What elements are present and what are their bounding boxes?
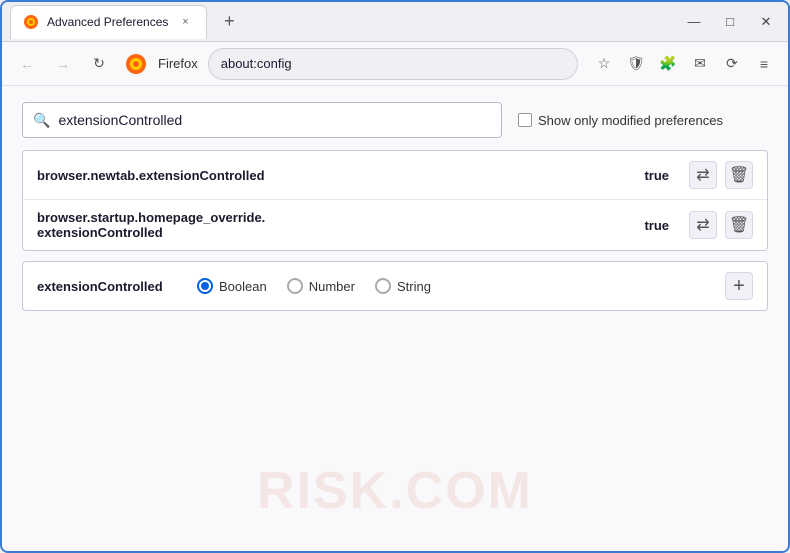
radio-string-circle bbox=[375, 278, 391, 294]
pref-name-1: browser.newtab.extensionControlled bbox=[37, 168, 634, 183]
radio-boolean-circle bbox=[197, 278, 213, 294]
show-modified-label[interactable]: Show only modified preferences bbox=[518, 113, 723, 128]
browser-tab[interactable]: Advanced Preferences × bbox=[10, 5, 207, 39]
type-options: Boolean Number String bbox=[197, 278, 705, 294]
menu-button[interactable]: ≡ bbox=[750, 50, 778, 78]
page-content: 🔍 Show only modified preferences browser… bbox=[2, 86, 788, 551]
pref-name-2: browser.startup.homepage_override. exten… bbox=[37, 210, 634, 240]
table-row: browser.startup.homepage_override. exten… bbox=[23, 200, 767, 250]
title-bar: Advanced Preferences × + — □ ✕ bbox=[2, 2, 788, 42]
tab-favicon-icon bbox=[23, 14, 39, 30]
results-table: browser.newtab.extensionControlled true … bbox=[22, 150, 768, 251]
delete-icon-2: 🗑 bbox=[729, 215, 749, 235]
search-wrapper[interactable]: 🔍 bbox=[22, 102, 502, 138]
star-icon: ☆ bbox=[598, 55, 611, 72]
radio-number[interactable]: Number bbox=[287, 278, 355, 294]
reset-button-2[interactable]: ⇄ bbox=[689, 211, 717, 239]
extensions-button[interactable]: 🧩 bbox=[654, 50, 682, 78]
pref-name-2-line1: browser.startup.homepage_override. bbox=[37, 210, 265, 225]
radio-string[interactable]: String bbox=[375, 278, 431, 294]
search-icon: 🔍 bbox=[33, 112, 50, 129]
add-pref-button[interactable]: + bbox=[725, 272, 753, 300]
delete-button-2[interactable]: 🗑 bbox=[725, 211, 753, 239]
tab-title: Advanced Preferences bbox=[47, 15, 168, 29]
radio-number-label: Number bbox=[309, 279, 355, 294]
shield-button[interactable]: 🛡 bbox=[622, 50, 650, 78]
radio-boolean[interactable]: Boolean bbox=[197, 278, 267, 294]
search-bar: 🔍 Show only modified preferences bbox=[22, 102, 768, 138]
url-text: about:config bbox=[221, 56, 292, 71]
back-icon: ← bbox=[20, 56, 34, 72]
radio-boolean-label: Boolean bbox=[219, 279, 267, 294]
browser-window: Advanced Preferences × + — □ ✕ ← → ↻ Fir… bbox=[0, 0, 790, 553]
sync-button[interactable]: ⟳ bbox=[718, 50, 746, 78]
minimize-button[interactable]: — bbox=[680, 8, 708, 36]
radio-string-label: String bbox=[397, 279, 431, 294]
extension-icon: 🧩 bbox=[659, 55, 676, 72]
add-pref-row: extensionControlled Boolean Number Strin… bbox=[22, 261, 768, 311]
nav-tools: ☆ 🛡 🧩 ✉ ⟳ ≡ bbox=[590, 50, 778, 78]
row-actions-2: ⇄ 🗑 bbox=[689, 211, 753, 239]
mail-icon: ✉ bbox=[694, 55, 706, 72]
watermark: RISK.COM bbox=[257, 461, 533, 521]
forward-button[interactable]: → bbox=[48, 49, 78, 79]
navigation-bar: ← → ↻ Firefox about:config ☆ 🛡 🧩 bbox=[2, 42, 788, 86]
refresh-icon: ↻ bbox=[93, 55, 105, 72]
tab-close-button[interactable]: × bbox=[176, 13, 194, 31]
close-window-button[interactable]: ✕ bbox=[752, 8, 780, 36]
mail-button[interactable]: ✉ bbox=[686, 50, 714, 78]
shield-icon: 🛡 bbox=[627, 55, 645, 72]
search-input[interactable] bbox=[58, 112, 491, 128]
table-row: browser.newtab.extensionControlled true … bbox=[23, 151, 767, 200]
pref-name-2-line2: extensionControlled bbox=[37, 225, 163, 240]
refresh-button[interactable]: ↻ bbox=[84, 49, 114, 79]
forward-icon: → bbox=[56, 56, 70, 72]
delete-button-1[interactable]: 🗑 bbox=[725, 161, 753, 189]
sync-icon: ⟳ bbox=[726, 55, 738, 72]
maximize-button[interactable]: □ bbox=[716, 8, 744, 36]
menu-icon: ≡ bbox=[760, 56, 768, 72]
pref-value-2: true bbox=[644, 218, 669, 233]
firefox-logo-icon bbox=[124, 52, 148, 76]
show-modified-text: Show only modified preferences bbox=[538, 113, 723, 128]
bookmark-button[interactable]: ☆ bbox=[590, 50, 618, 78]
new-tab-button[interactable]: + bbox=[215, 8, 243, 36]
delete-icon-1: 🗑 bbox=[729, 165, 749, 185]
address-bar[interactable]: about:config bbox=[208, 48, 578, 80]
reset-icon-2: ⇄ bbox=[696, 215, 709, 235]
browser-name-label: Firefox bbox=[158, 56, 198, 71]
back-button[interactable]: ← bbox=[12, 49, 42, 79]
new-pref-name: extensionControlled bbox=[37, 279, 177, 294]
radio-number-circle bbox=[287, 278, 303, 294]
window-controls: — □ ✕ bbox=[680, 8, 780, 36]
reset-icon-1: ⇄ bbox=[696, 165, 709, 185]
show-modified-checkbox[interactable] bbox=[518, 113, 532, 127]
reset-button-1[interactable]: ⇄ bbox=[689, 161, 717, 189]
row-actions-1: ⇄ 🗑 bbox=[689, 161, 753, 189]
radio-boolean-fill bbox=[201, 282, 209, 290]
pref-value-1: true bbox=[644, 168, 669, 183]
